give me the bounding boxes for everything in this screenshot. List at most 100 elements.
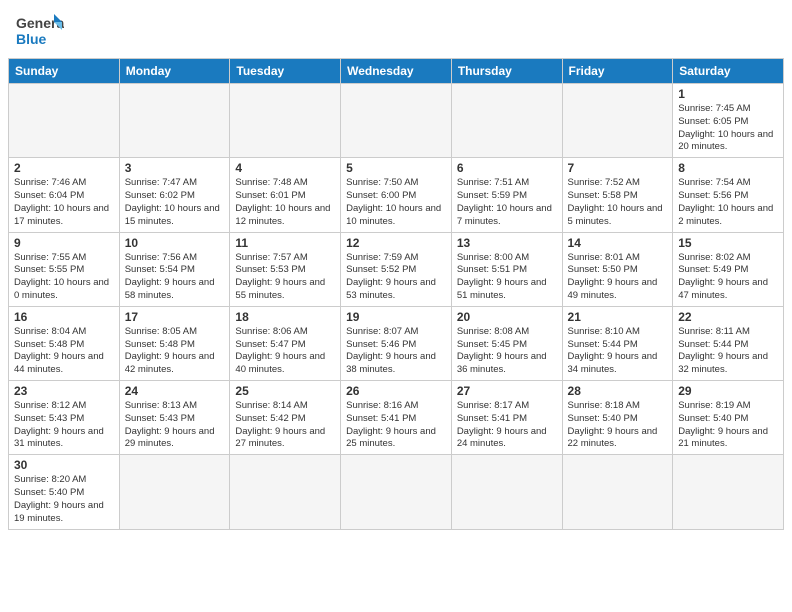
day-number: 10 (125, 236, 225, 250)
day-number: 16 (14, 310, 114, 324)
day-number: 4 (235, 161, 335, 175)
logo-svg: General Blue (16, 12, 64, 50)
day-number: 11 (235, 236, 335, 250)
day-cell: 8Sunrise: 7:54 AM Sunset: 5:56 PM Daylig… (673, 158, 784, 232)
day-cell: 9 Sunrise: 7:55 AM Sunset: 5:55 PM Daylig… (9, 232, 120, 306)
day-info: Sunrise: 8:06 AM Sunset: 5:47 PM Dayligh… (235, 326, 335, 377)
day-number: 1 (678, 87, 778, 101)
day-cell: 28 Sunrise: 8:18 AM Sunset: 5:40 PM Dayli… (562, 381, 673, 455)
day-cell: 29Sunrise: 8:19 AM Sunset: 5:40 PM Dayli… (673, 381, 784, 455)
day-header-thursday: Thursday (451, 59, 562, 84)
day-number: 8 (678, 161, 778, 175)
day-cell (119, 84, 230, 158)
day-cell (341, 84, 452, 158)
day-cell: 3Sunrise: 7:47 AM Sunset: 6:02 PM Daylig… (119, 158, 230, 232)
day-cell: 17Sunrise: 8:05 AM Sunset: 5:48 PM Dayli… (119, 306, 230, 380)
svg-text:Blue: Blue (16, 31, 47, 47)
day-number: 14 (568, 236, 668, 250)
day-cell: 23Sunrise: 8:12 AM Sunset: 5:43 PM Dayli… (9, 381, 120, 455)
week-row-1: 1 Sunrise: 7:45 AM Sunset: 6:05 PM Daylig… (9, 84, 784, 158)
day-cell: 12Sunrise: 7:59 AM Sunset: 5:52 PM Dayli… (341, 232, 452, 306)
day-cell: 19 Sunrise: 8:07 AM Sunset: 5:46 PM Dayli… (341, 306, 452, 380)
day-info: Sunrise: 7:51 AM Sunset: 5:59 PM Dayligh… (457, 177, 557, 228)
day-info: Sunrise: 8:18 AM Sunset: 5:40 PM Dayligh… (568, 400, 668, 451)
day-number: 19 (346, 310, 446, 324)
day-info: Sunrise: 7:46 AM Sunset: 6:04 PM Dayligh… (14, 177, 114, 228)
day-info: Sunrise: 8:08 AM Sunset: 5:45 PM Dayligh… (457, 326, 557, 377)
week-row-4: 16 Sunrise: 8:04 AM Sunset: 5:48 PM Dayli… (9, 306, 784, 380)
day-number: 22 (678, 310, 778, 324)
day-cell (562, 455, 673, 529)
day-number: 25 (235, 384, 335, 398)
day-cell (562, 84, 673, 158)
day-cell: 18 Sunrise: 8:06 AM Sunset: 5:47 PM Dayli… (230, 306, 341, 380)
day-info: Sunrise: 7:48 AM Sunset: 6:01 PM Dayligh… (235, 177, 335, 228)
day-info: Sunrise: 8:00 AM Sunset: 5:51 PM Dayligh… (457, 252, 557, 303)
day-info: Sunrise: 7:57 AM Sunset: 5:53 PM Dayligh… (235, 252, 335, 303)
week-row-5: 23Sunrise: 8:12 AM Sunset: 5:43 PM Dayli… (9, 381, 784, 455)
day-number: 7 (568, 161, 668, 175)
day-info: Sunrise: 7:55 AM Sunset: 5:55 PM Dayligh… (14, 252, 114, 303)
day-info: Sunrise: 8:11 AM Sunset: 5:44 PM Dayligh… (678, 326, 778, 377)
day-cell: 5 Sunrise: 7:50 AM Sunset: 6:00 PM Daylig… (341, 158, 452, 232)
day-number: 24 (125, 384, 225, 398)
day-cell: 7 Sunrise: 7:52 AM Sunset: 5:58 PM Daylig… (562, 158, 673, 232)
day-cell: 27 Sunrise: 8:17 AM Sunset: 5:41 PM Dayli… (451, 381, 562, 455)
day-cell: 20 Sunrise: 8:08 AM Sunset: 5:45 PM Dayli… (451, 306, 562, 380)
day-number: 27 (457, 384, 557, 398)
day-number: 2 (14, 161, 114, 175)
day-info: Sunrise: 8:17 AM Sunset: 5:41 PM Dayligh… (457, 400, 557, 451)
calendar-page: General Blue SundayMondayTuesdayWednesda… (0, 0, 792, 612)
day-cell (230, 84, 341, 158)
day-number: 23 (14, 384, 114, 398)
day-cell (119, 455, 230, 529)
week-row-3: 9 Sunrise: 7:55 AM Sunset: 5:55 PM Daylig… (9, 232, 784, 306)
day-cell: 1 Sunrise: 7:45 AM Sunset: 6:05 PM Daylig… (673, 84, 784, 158)
day-info: Sunrise: 8:20 AM Sunset: 5:40 PM Dayligh… (14, 474, 114, 525)
day-info: Sunrise: 8:07 AM Sunset: 5:46 PM Dayligh… (346, 326, 446, 377)
day-cell: 24Sunrise: 8:13 AM Sunset: 5:43 PM Dayli… (119, 381, 230, 455)
day-cell: 21Sunrise: 8:10 AM Sunset: 5:44 PM Dayli… (562, 306, 673, 380)
day-info: Sunrise: 8:01 AM Sunset: 5:50 PM Dayligh… (568, 252, 668, 303)
day-cell (673, 455, 784, 529)
day-cell (230, 455, 341, 529)
day-cell (451, 84, 562, 158)
day-cell: 30Sunrise: 8:20 AM Sunset: 5:40 PM Dayli… (9, 455, 120, 529)
day-number: 9 (14, 236, 114, 250)
calendar-table: SundayMondayTuesdayWednesdayThursdayFrid… (8, 58, 784, 530)
day-number: 5 (346, 161, 446, 175)
day-header-wednesday: Wednesday (341, 59, 452, 84)
day-number: 6 (457, 161, 557, 175)
day-info: Sunrise: 7:45 AM Sunset: 6:05 PM Dayligh… (678, 103, 778, 154)
day-header-sunday: Sunday (9, 59, 120, 84)
day-info: Sunrise: 8:14 AM Sunset: 5:42 PM Dayligh… (235, 400, 335, 451)
day-number: 3 (125, 161, 225, 175)
day-number: 26 (346, 384, 446, 398)
day-cell: 11 Sunrise: 7:57 AM Sunset: 5:53 PM Dayli… (230, 232, 341, 306)
day-number: 18 (235, 310, 335, 324)
day-cell: 2 Sunrise: 7:46 AM Sunset: 6:04 PM Daylig… (9, 158, 120, 232)
day-number: 21 (568, 310, 668, 324)
day-cell: 6 Sunrise: 7:51 AM Sunset: 5:59 PM Daylig… (451, 158, 562, 232)
day-number: 20 (457, 310, 557, 324)
day-cell: 13 Sunrise: 8:00 AM Sunset: 5:51 PM Dayli… (451, 232, 562, 306)
week-row-6: 30Sunrise: 8:20 AM Sunset: 5:40 PM Dayli… (9, 455, 784, 529)
day-header-monday: Monday (119, 59, 230, 84)
day-info: Sunrise: 7:59 AM Sunset: 5:52 PM Dayligh… (346, 252, 446, 303)
day-cell: 15Sunrise: 8:02 AM Sunset: 5:49 PM Dayli… (673, 232, 784, 306)
day-number: 28 (568, 384, 668, 398)
day-cell: 16 Sunrise: 8:04 AM Sunset: 5:48 PM Dayli… (9, 306, 120, 380)
day-cell: 25 Sunrise: 8:14 AM Sunset: 5:42 PM Dayli… (230, 381, 341, 455)
day-number: 13 (457, 236, 557, 250)
day-header-friday: Friday (562, 59, 673, 84)
day-cell: 10Sunrise: 7:56 AM Sunset: 5:54 PM Dayli… (119, 232, 230, 306)
day-header-tuesday: Tuesday (230, 59, 341, 84)
day-cell: 4 Sunrise: 7:48 AM Sunset: 6:01 PM Daylig… (230, 158, 341, 232)
day-number: 29 (678, 384, 778, 398)
day-info: Sunrise: 7:52 AM Sunset: 5:58 PM Dayligh… (568, 177, 668, 228)
day-cell (341, 455, 452, 529)
day-cell (9, 84, 120, 158)
day-info: Sunrise: 7:50 AM Sunset: 6:00 PM Dayligh… (346, 177, 446, 228)
day-info: Sunrise: 8:04 AM Sunset: 5:48 PM Dayligh… (14, 326, 114, 377)
header: General Blue (0, 0, 792, 58)
